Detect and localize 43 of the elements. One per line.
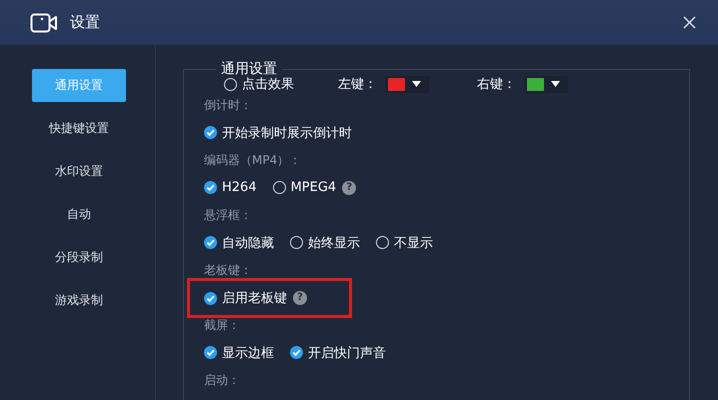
section-label: 截屏： [204,317,241,334]
section-label: 悬浮框： [204,207,253,224]
option[interactable]: 显示边框 [204,344,274,362]
option[interactable]: 启用老板键 ? [204,289,307,307]
close-icon[interactable] [683,16,696,29]
color-picker[interactable] [524,76,568,92]
caret-icon [551,81,560,87]
check-icon [204,292,217,304]
option[interactable]: 自动隐藏 [204,234,274,252]
window-title: 设置 [70,13,101,32]
section-label: 启动： [204,372,241,389]
check-icon [290,346,303,359]
check-icon [204,181,217,194]
sidebar-item[interactable]: 水印设置 [32,155,126,188]
option[interactable]: H264 [204,180,257,195]
option[interactable]: 开始录制时展示倒计时 [204,124,352,142]
sidebar-item[interactable]: 游戏录制 [32,284,126,317]
radio-icon [290,236,303,249]
check-icon [204,236,217,249]
sidebar-item[interactable]: 快捷键设置 [32,112,126,145]
help-icon[interactable]: ? [342,180,356,194]
sidebar-item[interactable]: 分段录制 [32,241,126,274]
panel-title: 通用设置 [220,61,278,77]
option[interactable]: MPEG4 ? [272,180,356,195]
help-icon[interactable]: ? [293,291,307,305]
section-label: 倒计时： [204,97,253,114]
picker-label: 左键： [338,76,377,93]
click-effect-radio[interactable]: 点击效果 [224,75,294,93]
section-label: 编码器（MP4）： [204,152,302,169]
check-icon [204,126,217,139]
camera-icon [30,12,58,32]
radio-icon [272,181,286,194]
caret-icon [412,81,421,87]
radio-icon [376,236,389,249]
sidebar-item[interactable]: 自动 [32,198,126,231]
color-picker[interactable] [385,76,429,92]
check-icon [204,346,217,359]
radio-icon [224,78,237,90]
option[interactable]: 开启快门声音 [290,344,386,362]
section-label: 老板键： [204,262,253,279]
option[interactable]: 不显示 [376,234,433,252]
picker-label: 右键： [477,76,516,93]
option[interactable]: 始终显示 [290,234,360,252]
